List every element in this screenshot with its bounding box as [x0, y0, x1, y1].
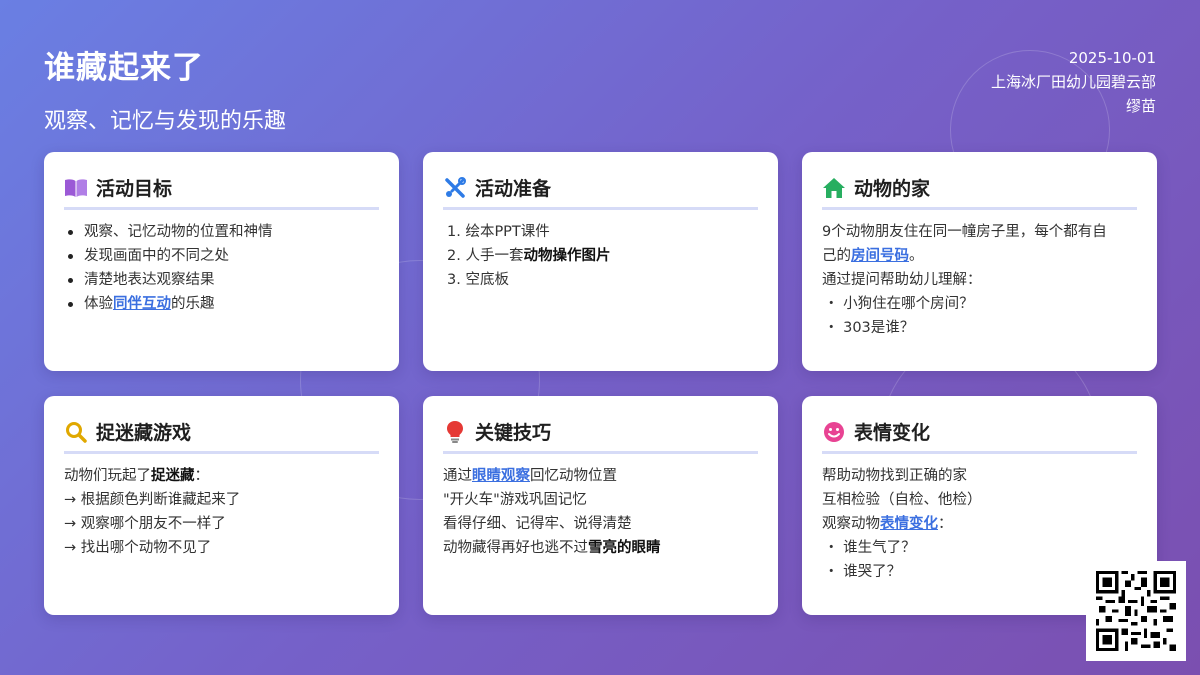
- text-line: → 找出哪个动物不见了: [64, 540, 212, 556]
- card-title: 表情变化: [854, 422, 931, 444]
- text-line: 动物藏得再好也逃不过雪亮的眼睛: [443, 536, 758, 560]
- date-label: 2025-10-01: [1068, 49, 1156, 67]
- link-room-number[interactable]: 房间号码: [851, 248, 909, 264]
- card-title: 活动准备: [475, 178, 552, 200]
- text: 动物藏得再好也逃不过: [443, 540, 588, 556]
- header: 谁藏起来了 观察、记忆与发现的乐趣: [44, 42, 286, 135]
- book-icon: [64, 176, 88, 200]
- list-item: 3. 空底板: [447, 272, 509, 288]
- text-line: "开火车"游戏巩固记忆: [443, 492, 587, 508]
- card-key-tips: 关键技巧 通过眼睛观察回忆动物位置 "开火车"游戏巩固记忆 看得仔细、记得牢、说…: [423, 396, 778, 615]
- list-item: 2. 人手一套动物操作图片: [443, 244, 758, 268]
- text: 。: [909, 248, 924, 264]
- house-icon: [822, 176, 846, 200]
- author-label: 缪苗: [1125, 97, 1156, 115]
- list-item: 体验同伴互动的乐趣: [64, 292, 379, 316]
- bold-text: 捉迷藏: [151, 468, 195, 484]
- card-header: 动物的家: [822, 174, 1137, 210]
- card-title: 关键技巧: [475, 422, 552, 444]
- text: 回忆动物位置: [530, 468, 617, 484]
- page-subtitle: 观察、记忆与发现的乐趣: [44, 109, 287, 134]
- text-line: 通过提问帮助幼儿理解：: [822, 272, 982, 288]
- text: 通过: [443, 468, 472, 484]
- card-animal-home: 动物的家 9个动物朋友住在同一幢房子里，每个都有自 己的房间号码。 通过提问帮助…: [802, 152, 1157, 371]
- text: 己的: [822, 248, 851, 264]
- text-line: 9个动物朋友住在同一幢房子里，每个都有自: [822, 224, 1107, 240]
- qr-code-icon: [1096, 571, 1176, 651]
- card-header: 捉迷藏游戏: [64, 418, 379, 454]
- text: ：: [938, 516, 953, 532]
- card-header: 活动准备: [443, 174, 758, 210]
- text-line: 通过眼睛观察回忆动物位置: [443, 464, 758, 488]
- text-line: 帮助动物找到正确的家: [822, 468, 967, 484]
- card-header: 关键技巧: [443, 418, 758, 454]
- text: 的乐趣: [171, 296, 215, 312]
- text-line: 己的房间号码。: [822, 244, 1137, 268]
- list-item: ・ 303是谁？: [824, 320, 915, 336]
- text: 体验: [84, 296, 113, 312]
- list-item: 清楚地表达观察结果: [64, 268, 379, 292]
- card-prep: 活动准备 1. 绘本PPT课件 2. 人手一套动物操作图片 3. 空底板: [423, 152, 778, 371]
- list-item: ・ 谁生气了？: [824, 540, 916, 556]
- text: 动物们玩起了: [64, 468, 151, 484]
- link-eye-observe[interactable]: 眼睛观察: [472, 468, 530, 484]
- page-title: 谁藏起来了: [44, 50, 204, 86]
- lightbulb-icon: [443, 420, 467, 444]
- list-item: 发现画面中的不同之处: [64, 244, 379, 268]
- header-meta: 2025-10-01 上海冰厂田幼儿园碧云部 缪苗: [991, 46, 1156, 118]
- search-icon: [64, 420, 88, 444]
- card-title: 活动目标: [96, 178, 173, 200]
- qr-code[interactable]: [1086, 561, 1186, 661]
- card-title: 动物的家: [854, 178, 931, 200]
- text-line: → 观察哪个朋友不一样了: [64, 516, 226, 532]
- list-item: ・ 小狗住在哪个房间？: [824, 296, 974, 312]
- card-goals: 活动目标 观察、记忆动物的位置和神情 发现画面中的不同之处 清楚地表达观察结果 …: [44, 152, 399, 371]
- card-header: 活动目标: [64, 174, 379, 210]
- bold-text: 动物操作图片: [523, 248, 611, 264]
- text-line: 互相检验（自检、他检）: [822, 492, 982, 508]
- text-line: → 根据颜色判断谁藏起来了: [64, 492, 241, 508]
- link-peer-interaction[interactable]: 同伴互动: [113, 296, 171, 312]
- text: ：: [194, 468, 210, 484]
- text-line: 看得仔细、记得牢、说得清楚: [443, 516, 632, 532]
- smiley-icon: [822, 420, 846, 444]
- list-item: 1. 绘本PPT课件: [447, 224, 550, 240]
- card-hide-seek: 捉迷藏游戏 动物们玩起了捉迷藏： → 根据颜色判断谁藏起来了 → 观察哪个朋友不…: [44, 396, 399, 615]
- text: 2. 人手一套: [447, 248, 524, 264]
- card-header: 表情变化: [822, 418, 1137, 454]
- link-emotion-change[interactable]: 表情变化: [880, 516, 938, 532]
- school-label: 上海冰厂田幼儿园碧云部: [990, 73, 1156, 91]
- bold-text: 雪亮的眼睛: [588, 540, 661, 556]
- text: 观察动物: [822, 516, 880, 532]
- tools-icon: [443, 176, 467, 200]
- list-item: 观察、记忆动物的位置和神情: [64, 220, 379, 244]
- text-line: 观察动物表情变化：: [822, 512, 1137, 536]
- text-line: 动物们玩起了捉迷藏：: [64, 464, 379, 488]
- card-title: 捉迷藏游戏: [96, 422, 192, 444]
